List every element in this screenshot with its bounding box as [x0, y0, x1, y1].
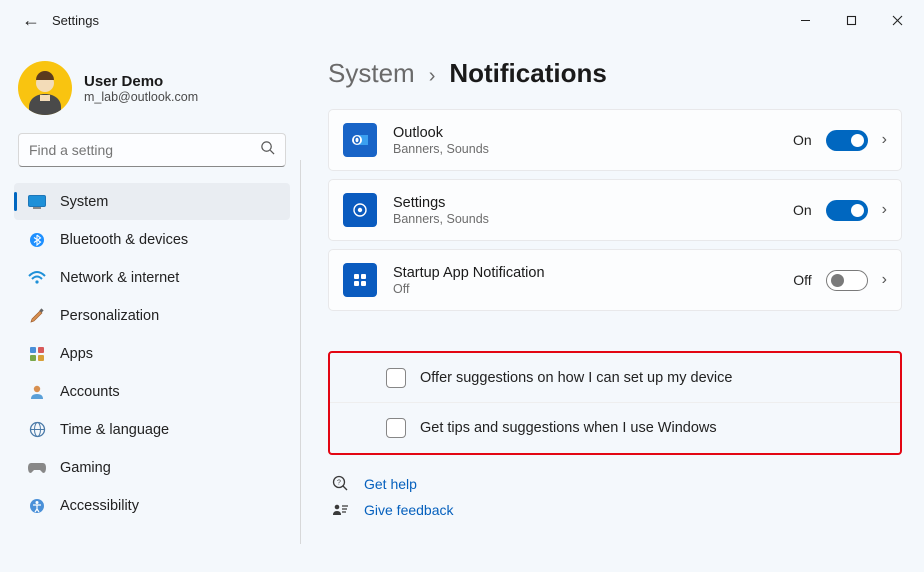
- toggle-state-label: On: [793, 202, 812, 218]
- card-subtitle: Banners, Sounds: [393, 212, 793, 226]
- card-subtitle: Banners, Sounds: [393, 142, 793, 156]
- sidebar-separator: [300, 160, 301, 544]
- nav-item-accounts[interactable]: Accounts: [14, 373, 290, 410]
- help-icon: ?: [330, 475, 350, 492]
- person-icon: [28, 383, 46, 401]
- system-icon: [28, 193, 46, 211]
- nav-item-time-language[interactable]: Time & language: [14, 411, 290, 448]
- toggle-switch[interactable]: [826, 200, 868, 221]
- chevron-right-icon: ›: [882, 201, 887, 219]
- user-profile[interactable]: User Demo m_lab@outlook.com: [14, 55, 290, 129]
- link-label: Get help: [364, 476, 417, 492]
- nav-label: Accounts: [60, 384, 120, 400]
- nav-item-apps[interactable]: Apps: [14, 335, 290, 372]
- get-help-link[interactable]: ? Get help: [330, 475, 902, 492]
- titlebar: ← Settings: [0, 0, 924, 40]
- close-button[interactable]: [874, 4, 920, 36]
- bluetooth-icon: [28, 231, 46, 249]
- search-input[interactable]: [29, 142, 260, 158]
- nav-label: Bluetooth & devices: [60, 232, 188, 248]
- sidebar: User Demo m_lab@outlook.com System Bluet…: [0, 40, 300, 572]
- nav-item-gaming[interactable]: Gaming: [14, 449, 290, 486]
- settings-window: ← Settings User Demo m_lab@outlook.com: [0, 0, 924, 572]
- nav-label: Network & internet: [60, 270, 179, 286]
- card-subtitle: Off: [393, 282, 793, 296]
- toggle-state-label: On: [793, 132, 812, 148]
- link-label: Give feedback: [364, 502, 454, 518]
- chevron-right-icon: ›: [882, 131, 887, 149]
- chevron-right-icon: ›: [429, 65, 436, 88]
- nav-label: Personalization: [60, 308, 159, 324]
- checkbox[interactable]: [386, 418, 406, 438]
- chevron-right-icon: ›: [882, 271, 887, 289]
- checkbox-row-get-tips[interactable]: Get tips and suggestions when I use Wind…: [330, 403, 900, 453]
- nav-item-bluetooth[interactable]: Bluetooth & devices: [14, 221, 290, 258]
- main-panel: System › Notifications Outlook Banners, …: [300, 40, 924, 572]
- back-icon[interactable]: ←: [22, 10, 40, 31]
- apps-icon: [28, 345, 46, 363]
- startup-app-icon: [343, 263, 377, 297]
- user-name: User Demo: [84, 73, 198, 90]
- nav-item-system[interactable]: System: [14, 183, 290, 220]
- toggle-state-label: Off: [793, 272, 811, 288]
- notif-sender-settings[interactable]: Settings Banners, Sounds On ›: [328, 179, 902, 241]
- clock-globe-icon: [28, 421, 46, 439]
- card-title: Settings: [393, 195, 793, 211]
- nav-item-network[interactable]: Network & internet: [14, 259, 290, 296]
- brush-icon: [28, 307, 46, 325]
- additional-settings-highlight: Offer suggestions on how I can set up my…: [328, 351, 902, 455]
- card-title: Outlook: [393, 125, 793, 141]
- search-icon: [260, 140, 275, 160]
- svg-text:?: ?: [337, 480, 341, 487]
- checkbox-label: Get tips and suggestions when I use Wind…: [420, 420, 717, 436]
- minimize-button[interactable]: [782, 4, 828, 36]
- nav-item-personalization[interactable]: Personalization: [14, 297, 290, 334]
- nav-label: Apps: [60, 346, 93, 362]
- give-feedback-link[interactable]: Give feedback: [330, 502, 902, 518]
- notif-sender-startup[interactable]: Startup App Notification Off Off ›: [328, 249, 902, 311]
- window-controls: [782, 4, 920, 36]
- nav-item-accessibility[interactable]: Accessibility: [14, 487, 290, 524]
- checkbox[interactable]: [386, 368, 406, 388]
- settings-app-icon: [343, 193, 377, 227]
- feedback-icon: [330, 503, 350, 518]
- outlook-icon: [343, 123, 377, 157]
- search-box[interactable]: [18, 133, 286, 167]
- window-title: Settings: [52, 13, 99, 28]
- user-email: m_lab@outlook.com: [84, 90, 198, 104]
- nav-label: Gaming: [60, 460, 111, 476]
- breadcrumb-parent[interactable]: System: [328, 58, 415, 89]
- breadcrumb: System › Notifications: [328, 58, 902, 89]
- card-title: Startup App Notification: [393, 265, 793, 281]
- wifi-icon: [28, 269, 46, 287]
- nav-label: Time & language: [60, 422, 169, 438]
- checkbox-row-offer-suggestions[interactable]: Offer suggestions on how I can set up my…: [330, 353, 900, 403]
- content-area: User Demo m_lab@outlook.com System Bluet…: [0, 40, 924, 572]
- avatar: [18, 61, 72, 115]
- nav-list: System Bluetooth & devices Network & int…: [14, 183, 290, 524]
- nav-label: System: [60, 194, 108, 210]
- checkbox-label: Offer suggestions on how I can set up my…: [420, 370, 732, 386]
- nav-label: Accessibility: [60, 498, 139, 514]
- maximize-button[interactable]: [828, 4, 874, 36]
- toggle-switch[interactable]: [826, 130, 868, 151]
- accessibility-icon: [28, 497, 46, 515]
- gamepad-icon: [28, 459, 46, 477]
- notif-sender-outlook[interactable]: Outlook Banners, Sounds On ›: [328, 109, 902, 171]
- page-title: Notifications: [449, 58, 606, 89]
- footer-links: ? Get help Give feedback: [328, 475, 902, 518]
- toggle-switch[interactable]: [826, 270, 868, 291]
